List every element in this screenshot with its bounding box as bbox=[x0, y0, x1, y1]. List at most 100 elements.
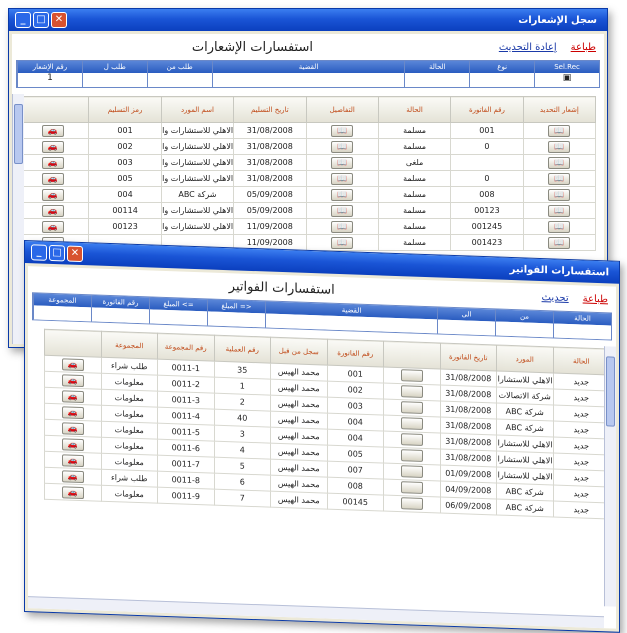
select-button[interactable] bbox=[400, 384, 423, 398]
column-header[interactable] bbox=[383, 341, 440, 370]
book-icon[interactable]: 📖 bbox=[331, 124, 354, 137]
maximize-icon[interactable]: □ bbox=[49, 244, 65, 262]
select-button[interactable] bbox=[400, 464, 423, 478]
book-icon[interactable]: 📖 bbox=[548, 156, 571, 169]
filter-input[interactable] bbox=[208, 311, 265, 328]
vertical-scrollbar[interactable] bbox=[604, 346, 616, 607]
book-icon[interactable]: 📖 bbox=[331, 172, 354, 185]
column-header[interactable]: الحالة bbox=[553, 346, 610, 375]
book-icon[interactable]: 📖 bbox=[548, 220, 571, 233]
car-icon[interactable]: 🚗 bbox=[41, 140, 64, 153]
column-header[interactable]: رقم العملية bbox=[214, 335, 271, 364]
car-icon[interactable]: 🚗 bbox=[41, 172, 64, 185]
book-icon[interactable]: 📖 bbox=[548, 140, 571, 153]
table-row[interactable]: 📖 ملغى 📖 31/08/2008الاهلي للاستشارات والبرم… bbox=[15, 154, 597, 171]
maximize-icon[interactable]: □ bbox=[33, 12, 49, 28]
select-button[interactable] bbox=[400, 432, 423, 446]
table-cell: مسلمة bbox=[377, 138, 452, 155]
vertical-scrollbar[interactable] bbox=[12, 94, 24, 344]
column-header[interactable]: إشعار التحديد bbox=[522, 96, 597, 123]
refresh-link[interactable]: تحديث bbox=[542, 292, 569, 304]
filter-input[interactable]: ▣ bbox=[535, 73, 599, 87]
column-header[interactable] bbox=[44, 329, 101, 358]
column-header[interactable]: المجموعة bbox=[101, 331, 158, 360]
window-title: سجل الإشعارات bbox=[518, 14, 597, 26]
column-header[interactable]: رمز التسليم bbox=[88, 96, 162, 123]
filter-input[interactable] bbox=[470, 73, 535, 87]
filter-input[interactable] bbox=[554, 323, 611, 340]
book-icon[interactable]: 📖 bbox=[548, 204, 571, 217]
car-icon[interactable]: 🚗 bbox=[61, 389, 84, 403]
car-icon[interactable]: 🚗 bbox=[41, 124, 64, 137]
filter-input[interactable] bbox=[82, 73, 147, 87]
car-icon[interactable]: 🚗 bbox=[61, 453, 84, 467]
close-icon[interactable]: ✕ bbox=[67, 245, 83, 263]
book-icon[interactable]: 📖 bbox=[331, 236, 354, 249]
column-header[interactable]: تاريخ التسليم bbox=[233, 96, 307, 123]
table-cell: الاهلي للاستشارات والبرمجة bbox=[160, 122, 235, 139]
filter-input[interactable] bbox=[147, 73, 212, 87]
refresh-link[interactable]: إعادة التحديث bbox=[499, 42, 557, 53]
book-icon[interactable]: 📖 bbox=[548, 236, 571, 249]
car-icon[interactable]: 🚗 bbox=[61, 373, 84, 387]
book-icon[interactable]: 📖 bbox=[331, 188, 354, 201]
table-row[interactable]: 📖 0مسلمة 📖 31/08/2008الاهلي للاستشارات والب… bbox=[15, 138, 597, 155]
car-icon[interactable]: 🚗 bbox=[41, 204, 64, 217]
filter-input[interactable]: 1 bbox=[17, 73, 82, 87]
table-row[interactable]: 📖 001245 مسلمة 📖 11/09/2008 الاهلي للاستشارات… bbox=[15, 218, 597, 235]
column-header[interactable]: الحالة bbox=[377, 96, 452, 123]
book-icon[interactable]: 📖 bbox=[548, 188, 571, 201]
book-icon[interactable]: 📖 bbox=[331, 156, 354, 169]
column-header[interactable]: رقم الفاتورة bbox=[327, 339, 384, 368]
table-row[interactable]: 📖 008 مسلمة 📖 05/09/2008 شركة ABC 004 🚗 bbox=[15, 186, 597, 203]
book-icon[interactable]: 📖 bbox=[548, 124, 571, 137]
select-button[interactable] bbox=[400, 368, 423, 382]
select-button[interactable] bbox=[400, 496, 423, 510]
car-icon[interactable]: 🚗 bbox=[61, 485, 84, 499]
filter-input[interactable] bbox=[92, 307, 149, 324]
filter-input[interactable] bbox=[34, 305, 91, 322]
scroll-thumb[interactable] bbox=[14, 104, 23, 164]
book-icon[interactable]: 📖 bbox=[331, 204, 354, 217]
print-link[interactable]: طباعة bbox=[571, 42, 596, 53]
book-icon[interactable]: 📖 bbox=[548, 172, 571, 185]
car-icon[interactable]: 🚗 bbox=[61, 469, 84, 483]
car-icon[interactable]: 🚗 bbox=[41, 188, 64, 201]
select-button[interactable] bbox=[400, 480, 423, 494]
car-icon[interactable]: 🚗 bbox=[61, 357, 84, 371]
scroll-thumb[interactable] bbox=[606, 356, 615, 427]
column-header[interactable]: رقم الفاتورة bbox=[450, 96, 524, 123]
select-button[interactable] bbox=[400, 448, 423, 462]
column-header[interactable]: تاريخ الفاتورة bbox=[440, 343, 497, 372]
select-button[interactable] bbox=[400, 416, 423, 430]
filter-input[interactable] bbox=[438, 319, 495, 336]
filter-input[interactable] bbox=[212, 73, 405, 87]
column-header[interactable]: التفاصيل bbox=[305, 96, 379, 123]
table-row[interactable]: 📖 00123 مسلمة 📖 05/09/2008 الاهلي للاستشارات … bbox=[15, 202, 597, 219]
minimize-icon[interactable]: _ bbox=[31, 244, 47, 261]
column-header[interactable]: اسم المورد bbox=[160, 96, 235, 123]
column-header[interactable]: رقم المجموعة bbox=[157, 333, 214, 362]
filter-input[interactable] bbox=[405, 73, 470, 87]
select-button[interactable] bbox=[400, 400, 423, 414]
table-row[interactable]: 📖 0مسلمة 📖 31/08/2008الاهلي للاستشارات والب… bbox=[15, 170, 597, 187]
table-row[interactable]: 📖 001 مسلمة 📖 31/08/2008 الاهلي للاستشارات وا… bbox=[15, 122, 597, 139]
car-icon[interactable]: 🚗 bbox=[41, 156, 64, 169]
horizontal-scrollbar[interactable] bbox=[28, 596, 604, 629]
car-icon[interactable]: 🚗 bbox=[41, 220, 64, 233]
print-link[interactable]: طباعة bbox=[583, 293, 608, 305]
filter-input[interactable] bbox=[150, 309, 207, 326]
column-header[interactable]: المورد bbox=[496, 345, 553, 373]
table-cell: 001423 bbox=[450, 234, 524, 251]
title-bar[interactable]: سجل الإشعارات _ □ ✕ bbox=[9, 9, 607, 31]
table-cell: 🚗 bbox=[15, 122, 90, 139]
car-icon[interactable]: 🚗 bbox=[61, 421, 84, 435]
car-icon[interactable]: 🚗 bbox=[61, 437, 84, 451]
column-header[interactable]: سجل من قبل bbox=[270, 337, 327, 366]
close-icon[interactable]: ✕ bbox=[51, 12, 67, 28]
book-icon[interactable]: 📖 bbox=[331, 140, 354, 153]
minimize-icon[interactable]: _ bbox=[15, 12, 31, 28]
book-icon[interactable]: 📖 bbox=[331, 220, 354, 233]
filter-input[interactable] bbox=[496, 321, 553, 338]
car-icon[interactable]: 🚗 bbox=[61, 405, 84, 419]
